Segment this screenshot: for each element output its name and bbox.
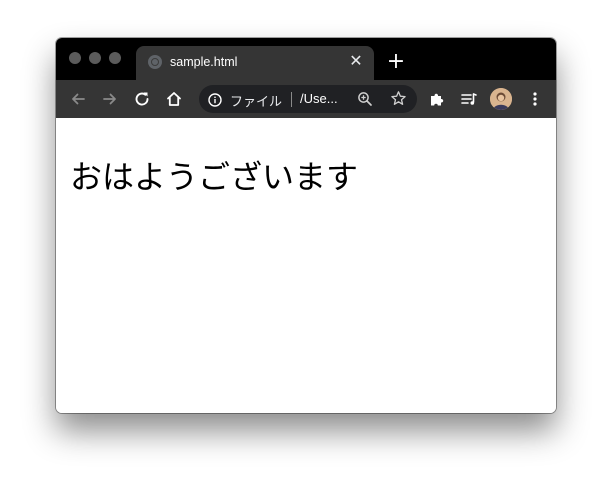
title-bar: sample.html ✕ + [56,38,556,80]
new-tab-button[interactable]: + [386,51,406,73]
kebab-menu-icon[interactable] [525,89,545,109]
extensions-icon[interactable] [427,89,447,109]
media-control-icon[interactable] [459,89,479,109]
page-content: おはようございます [56,118,556,413]
url-scheme-label: ファイル [230,95,283,110]
page-heading: おはようございます [70,158,359,196]
tab-sample[interactable]: sample.html ✕ [136,46,374,80]
url-text[interactable]: /Use... [300,91,338,106]
back-arrow-icon[interactable] [68,89,88,109]
reload-icon[interactable] [132,89,152,109]
maximize-window-button[interactable] [109,52,121,64]
tab-title: sample.html [170,55,238,69]
globe-icon [148,55,162,69]
tab-close-button[interactable]: ✕ [348,53,364,69]
zoom-icon[interactable] [357,91,373,107]
minimize-window-button[interactable] [89,52,101,64]
info-icon[interactable] [208,92,222,107]
home-icon[interactable] [164,89,184,109]
address-bar[interactable]: ファイル /Use... [199,85,417,113]
browser-window: sample.html ✕ + ファイル /Use... おはようございます [56,38,556,413]
url-divider [291,92,292,107]
bookmark-star-icon[interactable] [390,90,407,107]
forward-arrow-icon[interactable] [100,89,120,109]
avatar[interactable] [490,88,512,110]
toolbar: ファイル /Use... [56,80,556,118]
close-window-button[interactable] [69,52,81,64]
